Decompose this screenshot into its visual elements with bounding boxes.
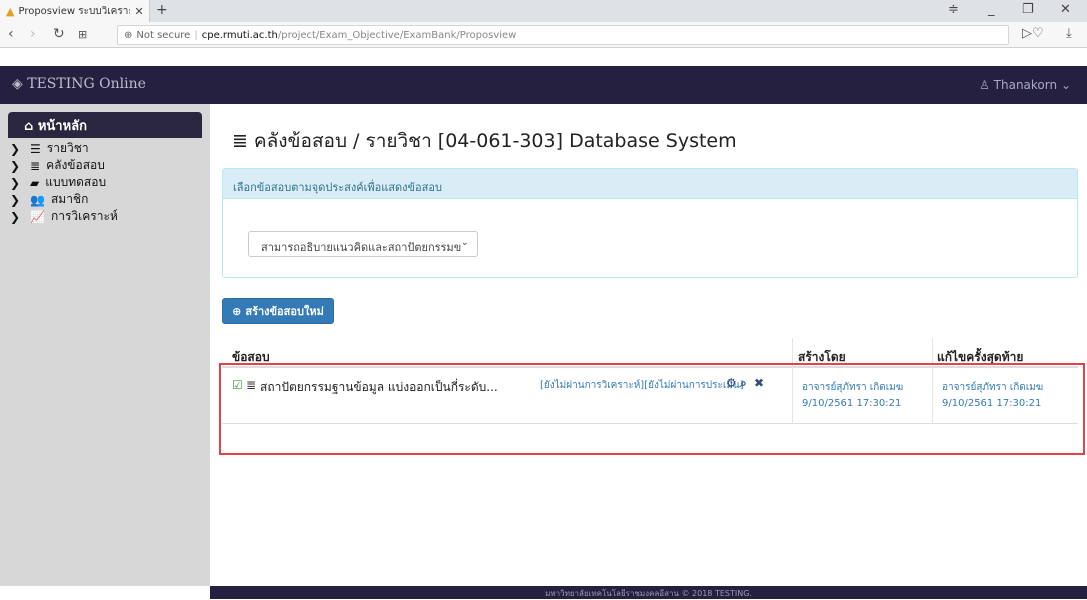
chart-icon: 📈: [30, 209, 45, 224]
close-window-icon[interactable]: ✕: [1060, 2, 1071, 17]
create-question-label: สร้างข้อสอบใหม่: [245, 305, 324, 318]
reload-icon[interactable]: ↻: [53, 26, 65, 42]
sidebar-item-home[interactable]: ⌂ หน้าหลัก: [8, 112, 202, 138]
app-header: ◈ TESTING Online ♙ Thanakorn ⌄: [0, 66, 1087, 104]
chevron-down-icon: ⌄: [1060, 78, 1071, 92]
create-question-button[interactable]: ⊕ สร้างข้อสอบใหม่: [222, 298, 334, 324]
chevron-right-icon: ❯: [10, 141, 21, 156]
tab-search-icon[interactable]: ≑: [948, 2, 959, 17]
objective-select[interactable]: สามารถอธิบายแนวคิดและสถาปัตยกรรมข ⌄: [248, 231, 478, 257]
page-title-text: คลังข้อสอบ / รายวิชา [04-061-303] Databa…: [253, 130, 737, 152]
brand[interactable]: ◈ TESTING Online: [12, 76, 146, 92]
book-icon: ▰: [30, 175, 40, 190]
close-tab-icon[interactable]: ✕: [134, 5, 143, 18]
chevron-right-icon: ❯: [10, 158, 21, 173]
security-label: Not secure: [136, 29, 191, 41]
footer: มหาวิทยาลัยเทคโนโลยีราชมงคลอีสาน © 2018 …: [210, 586, 1087, 599]
restore-icon[interactable]: ❐: [1022, 2, 1034, 17]
chevron-right-icon: ❯: [10, 175, 21, 190]
browser-tab[interactable]: ▲ Proposview ระบบวิเคราะห์แ ✕: [0, 0, 150, 22]
page-title: ≣ คลังข้อสอบ / รายวิชา [04-061-303] Data…: [232, 126, 737, 156]
favorite-icon[interactable]: ▷♡: [1022, 26, 1044, 41]
chevron-right-icon: ❯: [10, 192, 21, 207]
url-separator: |: [194, 29, 198, 41]
users-icon: 👥: [30, 192, 45, 207]
objective-select-value: สามารถอธิบายแนวคิดและสถาปัตยกรรมข: [261, 241, 462, 254]
layers-icon: ◈: [12, 76, 23, 92]
back-icon[interactable]: ‹: [8, 26, 14, 42]
user-menu[interactable]: ♙ Thanakorn ⌄: [979, 78, 1071, 92]
user-icon: ♙: [979, 78, 990, 92]
chevron-down-icon: ⌄: [460, 237, 469, 248]
list-icon: ☰: [30, 141, 41, 156]
forward-icon[interactable]: ›: [30, 26, 36, 42]
url-input[interactable]: ⊕ Not secure | cpe.rmuti.ac.th/project/E…: [117, 25, 1009, 45]
highlight-box: [219, 363, 1085, 455]
brand-name: TESTING Online: [27, 76, 146, 92]
sidebar: ⌂ หน้าหลัก ❯ ☰ รายวิชา ❯ ≣ คลังข้อสอบ ❯ …: [0, 104, 210, 586]
database-icon: ≣: [30, 158, 41, 173]
plus-circle-icon: ⊕: [232, 304, 242, 318]
sidebar-item-analysis[interactable]: ❯ 📈 การวิเคราะห์: [10, 207, 118, 226]
filter-panel: เลือกข้อสอบตามจุดประสงค์เพื่อแสดงข้อสอบ …: [222, 168, 1078, 278]
apps-icon[interactable]: ⊞: [78, 28, 87, 41]
new-tab-button[interactable]: +: [156, 2, 168, 18]
tab-title: Proposview ระบบวิเคราะห์แ: [18, 5, 130, 17]
chevron-right-icon: ❯: [10, 209, 21, 224]
url-path: /project/Exam_Objective/ExamBank/Proposv…: [277, 29, 517, 41]
globe-icon: ⊕: [124, 29, 133, 41]
flame-icon: ▲: [6, 4, 15, 18]
browser-tab-bar: ▲ Proposview ระบบวิเคราะห์แ ✕ + ≑ _ ❐ ✕: [0, 0, 1087, 22]
sidebar-home-label: หน้าหลัก: [37, 119, 88, 134]
sidebar-item-label: การวิเคราะห์: [50, 209, 118, 223]
url-host: cpe.rmuti.ac.th: [201, 29, 278, 41]
home-icon: ⌂: [24, 119, 34, 134]
database-icon: ≣: [232, 130, 248, 152]
minimize-icon[interactable]: _: [988, 2, 995, 17]
address-bar-row: ‹ › ↻ ⊞ ⊕ Not secure | cpe.rmuti.ac.th/p…: [0, 22, 1087, 48]
filter-panel-heading: เลือกข้อสอบตามจุดประสงค์เพื่อแสดงข้อสอบ: [223, 169, 1077, 199]
download-icon[interactable]: ⤓: [1066, 26, 1072, 41]
user-name: Thanakorn: [993, 78, 1058, 92]
